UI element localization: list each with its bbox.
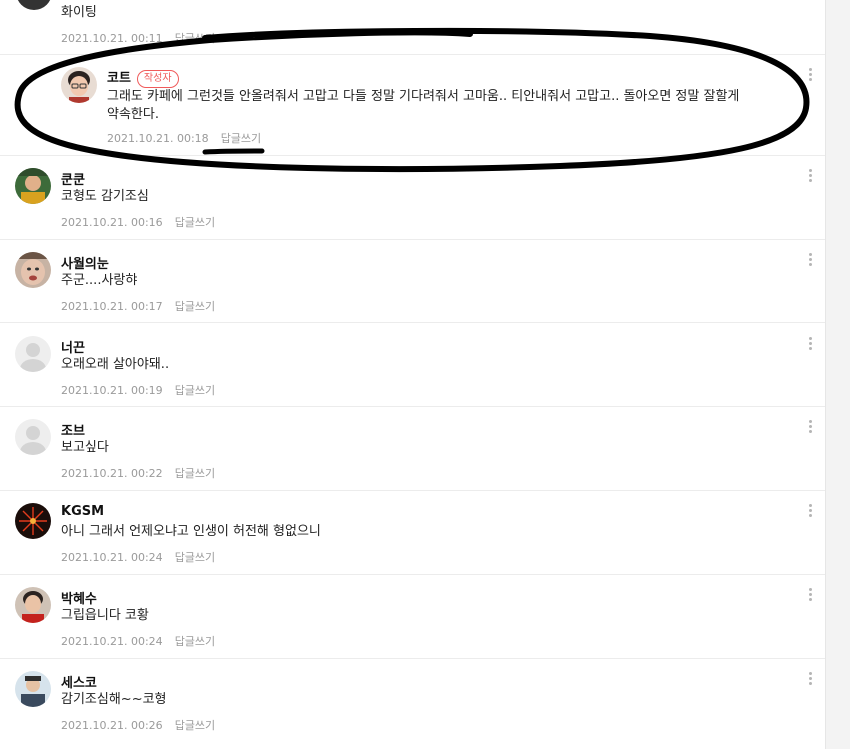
comment-date: 2021.10.21. 00:22: [61, 467, 163, 480]
nickname-text[interactable]: 코트: [107, 71, 131, 86]
comment-date: 2021.10.21. 00:16: [61, 216, 163, 229]
comment-meta: 2021.10.21. 00:18 답글쓰기: [107, 130, 261, 146]
comment-text: 그립읍니다 코황: [61, 608, 149, 623]
comment-date: 2021.10.21. 00:17: [61, 300, 163, 313]
divider: [0, 322, 826, 323]
divider: [0, 490, 826, 491]
comment-text: 아니 그래서 언제오냐고 인생이 허전해 형없으니: [61, 524, 321, 539]
comment-text-line2: 약속한다.: [107, 107, 159, 122]
comment-meta: 2021.10.21. 00:26 답글쓰기: [61, 717, 215, 733]
author-badge: 작성자: [136, 70, 179, 88]
divider: [0, 658, 826, 659]
comment-meta: 2021.10.21. 00:24 답글쓰기: [61, 549, 215, 565]
avatar[interactable]: [15, 168, 51, 204]
reply-link[interactable]: 답글쓰기: [175, 551, 215, 564]
reply-link[interactable]: 답글쓰기: [175, 32, 215, 45]
divider: [0, 54, 826, 55]
comment-nickname[interactable]: 박혜수: [61, 588, 97, 607]
reply-link[interactable]: 답글쓰기: [221, 132, 261, 145]
default-profile-icon[interactable]: [15, 336, 51, 372]
comment-text: 화이팅: [61, 5, 97, 20]
divider: [0, 406, 826, 407]
comment-text-line1: 그래도 카페에 그런것들 안올려줘서 고맙고 다들 정말 기다려줘서 고마움..…: [107, 89, 740, 104]
more-options-icon[interactable]: [805, 167, 815, 185]
comment-nickname[interactable]: 세스코: [61, 672, 97, 691]
comment-date: 2021.10.21. 00:24: [61, 635, 163, 648]
comment-meta: 2021.10.21. 00:24 답글쓰기: [61, 633, 215, 649]
default-profile-icon[interactable]: [15, 419, 51, 455]
reply-link[interactable]: 답글쓰기: [175, 635, 215, 648]
comment-text: 주군....사랑햐: [61, 273, 138, 288]
comment-meta: 2021.10.21. 00:17 답글쓰기: [61, 298, 215, 314]
comment-text: 오래오래 살아야돼..: [61, 357, 170, 372]
comment-text: 감기조심해~~코형: [61, 692, 167, 707]
more-options-icon[interactable]: [805, 586, 815, 604]
comment-date: 2021.10.21. 00:24: [61, 551, 163, 564]
reply-link[interactable]: 답글쓰기: [175, 216, 215, 229]
comment-text: 코형도 감기조심: [61, 189, 149, 204]
comment-date: 2021.10.21. 00:26: [61, 719, 163, 732]
divider: [0, 239, 826, 240]
page-right-edge: [825, 0, 850, 749]
reply-link[interactable]: 답글쓰기: [175, 719, 215, 732]
avatar[interactable]: [15, 503, 51, 539]
more-options-icon[interactable]: [805, 251, 815, 269]
more-options-icon[interactable]: [805, 66, 815, 84]
more-options-icon[interactable]: [805, 670, 815, 688]
comment-date: 2021.10.21. 00:11: [61, 32, 163, 45]
comment-text: 그래도 카페에 그런것들 안올려줘서 고맙고 다들 정말 기다려줘서 고마움..…: [107, 88, 739, 124]
more-options-icon[interactable]: [805, 502, 815, 520]
reply-link[interactable]: 답글쓰기: [175, 300, 215, 313]
avatar[interactable]: [15, 587, 51, 623]
more-options-icon[interactable]: [805, 335, 815, 353]
comment-text: 보고싶다: [61, 440, 109, 455]
comment-nickname[interactable]: 사월의눈: [61, 253, 109, 272]
comment-nickname[interactable]: KGSM: [61, 504, 104, 519]
more-options-icon[interactable]: [805, 418, 815, 436]
avatar[interactable]: [61, 67, 97, 103]
comment-nickname[interactable]: 쿤쿤: [61, 169, 85, 188]
comment-meta: 2021.10.21. 00:16 답글쓰기: [61, 214, 215, 230]
reply-link[interactable]: 답글쓰기: [175, 384, 215, 397]
reply-link[interactable]: 답글쓰기: [175, 467, 215, 480]
comment-meta: 2021.10.21. 00:22 답글쓰기: [61, 465, 215, 481]
avatar[interactable]: [16, 0, 52, 10]
comment-nickname[interactable]: 코트 작성자: [107, 67, 179, 88]
avatar[interactable]: [15, 252, 51, 288]
comment-meta: 2021.10.21. 00:11 답글쓰기: [61, 30, 215, 46]
comment-meta: 2021.10.21. 00:19 답글쓰기: [61, 382, 215, 398]
comment-nickname[interactable]: 너끈: [61, 337, 85, 356]
divider: [0, 155, 826, 156]
avatar[interactable]: [15, 671, 51, 707]
comment-list: 화이팅 2021.10.21. 00:11 답글쓰기 코트 작성자 그래도 카페에 …: [0, 0, 826, 749]
comment-nickname[interactable]: 조브: [61, 420, 85, 439]
comment-date: 2021.10.21. 00:18: [107, 132, 209, 145]
comment-date: 2021.10.21. 00:19: [61, 384, 163, 397]
divider: [0, 574, 826, 575]
